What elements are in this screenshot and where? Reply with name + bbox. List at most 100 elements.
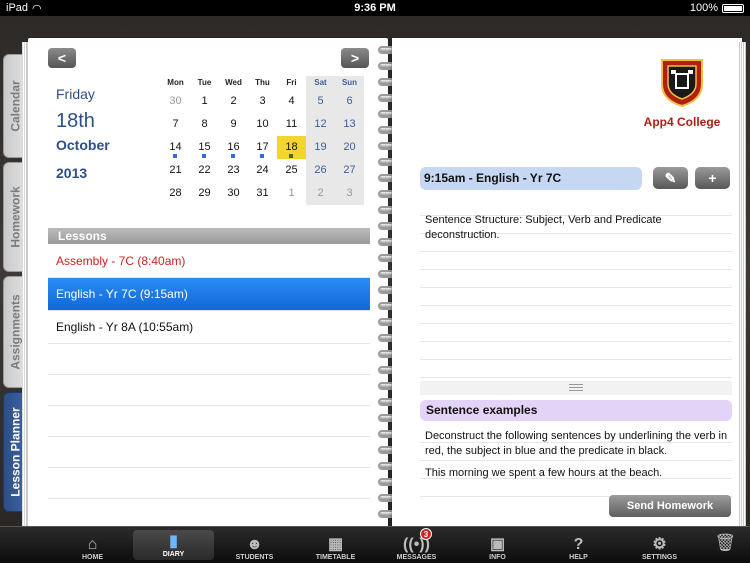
lesson-note[interactable]: Sentence Structure: Subject, Verb and Pr… bbox=[425, 213, 715, 243]
settings-icon: ⚙ bbox=[652, 536, 667, 553]
toolbar-home[interactable]: ⌂ HOME bbox=[52, 527, 133, 563]
weekday-header: Wed bbox=[225, 78, 242, 87]
calendar-day[interactable]: 17 bbox=[248, 136, 277, 159]
tab-label: Assignments bbox=[9, 294, 24, 370]
lessons-header: Lessons bbox=[48, 228, 370, 244]
next-month-button[interactable]: > bbox=[341, 48, 369, 68]
calendar-day[interactable]: 29 bbox=[190, 182, 219, 205]
calendar-day[interactable]: 19 bbox=[306, 136, 335, 159]
calendar-day[interactable]: 7 bbox=[161, 113, 190, 136]
page-edges-right bbox=[738, 42, 746, 532]
resize-handle[interactable] bbox=[420, 381, 732, 395]
help-icon: ? bbox=[573, 536, 584, 553]
diary-icon: ▮ bbox=[169, 533, 178, 550]
toolbar-label: MESSAGES bbox=[396, 554, 437, 561]
calendar-day[interactable]: 27 bbox=[335, 159, 364, 182]
home-icon: ⌂ bbox=[87, 536, 98, 553]
examples-text[interactable]: Deconstruct the following sentences by u… bbox=[425, 429, 730, 488]
calendar-day[interactable]: 3 bbox=[248, 90, 277, 113]
calendar-day[interactable]: 8 bbox=[190, 113, 219, 136]
tab-label: Calendar bbox=[9, 80, 24, 132]
battery-icon bbox=[722, 3, 744, 13]
calendar-day[interactable]: 31 bbox=[248, 182, 277, 205]
empty-row bbox=[48, 437, 370, 468]
day-number: 18th bbox=[56, 110, 95, 132]
calendar-day[interactable]: 1 bbox=[277, 182, 306, 205]
selected-date: Friday 18th October 2013 bbox=[56, 86, 110, 181]
calendar-day[interactable]: 30 bbox=[219, 182, 248, 205]
calendar-day[interactable]: 25 bbox=[277, 159, 306, 182]
tab-label: Lesson Planner bbox=[9, 407, 23, 497]
example-paragraph: This morning we spent a few hours at the… bbox=[425, 467, 663, 479]
calendar-day[interactable]: 3 bbox=[335, 182, 364, 205]
calendar-week: 7 8 9 10 11 12 13 bbox=[161, 113, 364, 136]
example-paragraph: Deconstruct the following sentences by u… bbox=[425, 430, 728, 457]
weekday-header: Sun bbox=[335, 76, 364, 90]
month-calendar: Mon Tue Wed Thu Fri Sat Sun 30 1 2 3 4 5… bbox=[161, 76, 364, 205]
school-crest-icon bbox=[661, 59, 703, 108]
bottom-toolbar: ⌂ HOME ▮ DIARY ☻ STUDENTS ▦ TIMETABLE ((… bbox=[0, 526, 750, 563]
calendar-day[interactable]: 11 bbox=[277, 113, 306, 136]
prev-month-button[interactable]: < bbox=[48, 48, 76, 68]
examples-title: Sentence examples bbox=[420, 400, 732, 421]
weekday-header: Thu bbox=[255, 78, 270, 87]
trash-icon[interactable]: 🗑 bbox=[714, 533, 736, 553]
calendar-day[interactable]: 15 bbox=[190, 136, 219, 159]
lesson-item[interactable]: English - Yr 8A (10:55am) bbox=[48, 311, 370, 344]
month: October bbox=[56, 137, 110, 153]
weekday-header: Tue bbox=[197, 78, 212, 87]
wifi-icon: ◠ bbox=[32, 2, 42, 15]
calendar-day[interactable]: 26 bbox=[306, 159, 335, 182]
toolbar-settings[interactable]: ⚙ SETTINGS bbox=[619, 527, 700, 563]
info-icon: ▣ bbox=[489, 536, 506, 553]
calendar-day[interactable]: 28 bbox=[161, 182, 190, 205]
weekday-header: Mon bbox=[167, 78, 184, 87]
calendar-day[interactable]: 23 bbox=[219, 159, 248, 182]
calendar-day[interactable]: 14 bbox=[161, 136, 190, 159]
calendar-day[interactable]: 4 bbox=[277, 90, 306, 113]
send-homework-button[interactable]: Send Homework bbox=[609, 495, 731, 517]
weekday: Friday bbox=[56, 86, 95, 102]
calendar-day[interactable]: 9 bbox=[219, 113, 248, 136]
toolbar-info[interactable]: ▣ INFO bbox=[457, 527, 538, 563]
edit-button[interactable]: ✎ bbox=[653, 167, 688, 189]
calendar-week: 28 29 30 31 1 2 3 bbox=[161, 182, 364, 205]
calendar-day[interactable]: 5 bbox=[306, 90, 335, 113]
year: 2013 bbox=[56, 165, 88, 181]
toolbar-label: TIMETABLE bbox=[315, 554, 356, 561]
calendar-day[interactable]: 6 bbox=[335, 90, 364, 113]
diary-book: Calendar Homework Assignments Lesson Pla… bbox=[0, 16, 750, 534]
calendar-header: Mon Tue Wed Thu Fri Sat Sun bbox=[161, 76, 364, 90]
toolbar-diary[interactable]: ▮ DIARY bbox=[133, 530, 214, 560]
left-page: < > Friday 18th October 2013 Mon Tue Wed… bbox=[28, 38, 388, 534]
messages-badge: 3 bbox=[420, 528, 432, 540]
calendar-day-selected[interactable]: 18 bbox=[277, 136, 306, 159]
toolbar-timetable[interactable]: ▦ TIMETABLE bbox=[295, 527, 376, 563]
grip-icon bbox=[569, 384, 583, 392]
weekday-header: Fri bbox=[286, 78, 297, 87]
calendar-day[interactable]: 20 bbox=[335, 136, 364, 159]
lesson-item-selected[interactable]: English - Yr 7C (9:15am) bbox=[48, 278, 370, 311]
empty-row bbox=[48, 344, 370, 375]
calendar-day[interactable]: 2 bbox=[219, 90, 248, 113]
calendar-day[interactable]: 10 bbox=[248, 113, 277, 136]
toolbar-messages[interactable]: ((•)) 3 MESSAGES bbox=[376, 527, 457, 563]
toolbar-label: INFO bbox=[489, 554, 506, 561]
calendar-day[interactable]: 21 bbox=[161, 159, 190, 182]
calendar-day[interactable]: 24 bbox=[248, 159, 277, 182]
calendar-day[interactable]: 30 bbox=[161, 90, 190, 113]
calendar-day[interactable]: 22 bbox=[190, 159, 219, 182]
toolbar-help[interactable]: ? HELP bbox=[538, 527, 619, 563]
calendar-day[interactable]: 2 bbox=[306, 182, 335, 205]
empty-row bbox=[48, 468, 370, 499]
toolbar-students[interactable]: ☻ STUDENTS bbox=[214, 527, 295, 563]
lesson-item[interactable]: Assembly - 7C (8:40am) bbox=[48, 245, 370, 278]
calendar-day[interactable]: 1 bbox=[190, 90, 219, 113]
timetable-icon: ▦ bbox=[327, 536, 344, 553]
lesson-detail-title: 9:15am - English - Yr 7C bbox=[420, 167, 642, 190]
calendar-day[interactable]: 13 bbox=[335, 113, 364, 136]
calendar-day[interactable]: 12 bbox=[306, 113, 335, 136]
calendar-day[interactable]: 16 bbox=[219, 136, 248, 159]
status-bar: iPad ◠ 9:36 PM 100% bbox=[0, 0, 750, 16]
add-button[interactable]: + bbox=[695, 167, 730, 189]
